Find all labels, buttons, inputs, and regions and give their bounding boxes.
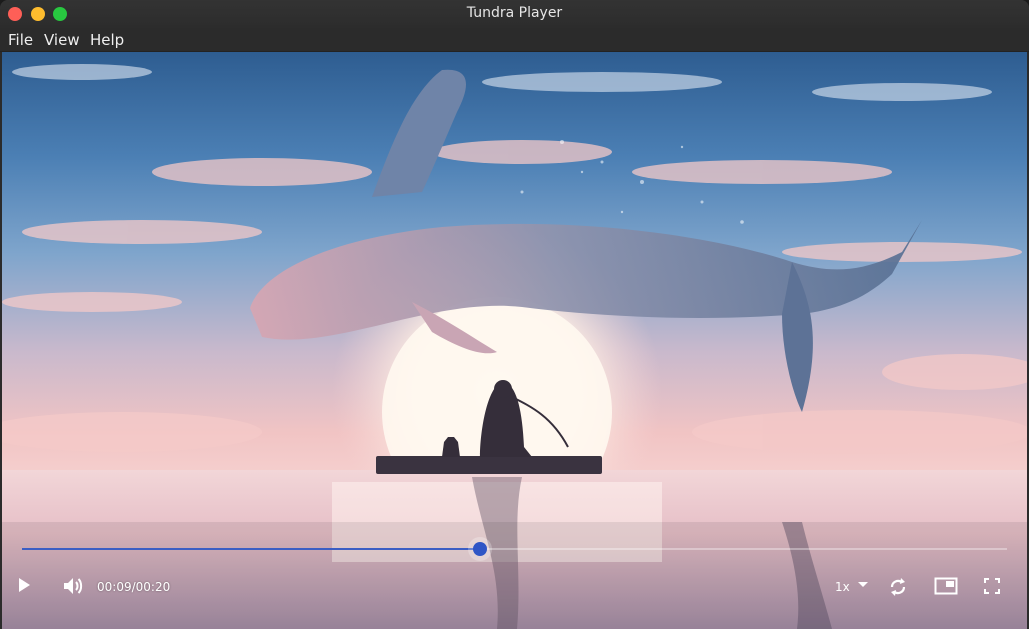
picture-in-picture-icon <box>934 577 958 595</box>
volume-icon <box>64 578 83 594</box>
menu-help[interactable]: Help <box>90 31 124 49</box>
loop-icon <box>890 578 906 596</box>
playback-speed-label[interactable]: 1x <box>835 580 850 594</box>
seek-bar[interactable] <box>22 542 1007 556</box>
loop-button[interactable] <box>887 576 911 600</box>
play-icon <box>19 578 30 592</box>
volume-button[interactable] <box>62 576 86 598</box>
menu-bar: File View Help <box>0 28 1029 52</box>
menu-file[interactable]: File <box>8 31 33 49</box>
controls-bar: 00:09/00:20 1x <box>2 567 1027 607</box>
seek-bar-fill <box>22 548 481 550</box>
menu-view[interactable]: View <box>44 31 80 49</box>
video-frame <box>2 64 1027 629</box>
time-display: 00:09/00:20 <box>97 580 171 594</box>
window-title: Tundra Player <box>466 5 563 21</box>
fullscreen-icon <box>984 578 1000 594</box>
player-window: Tundra Player File View Help 00:09/00:20… <box>0 0 1029 629</box>
speed-dropdown-button[interactable] <box>857 580 871 594</box>
video-area[interactable]: 00:09/00:20 1x <box>2 52 1027 629</box>
chevron-down-icon <box>858 582 868 587</box>
picture-in-picture-button[interactable] <box>934 577 960 597</box>
play-button[interactable] <box>16 577 36 597</box>
title-bar[interactable]: Tundra Player <box>0 0 1029 28</box>
fullscreen-button[interactable] <box>984 578 1004 596</box>
seek-thumb[interactable] <box>473 542 488 556</box>
